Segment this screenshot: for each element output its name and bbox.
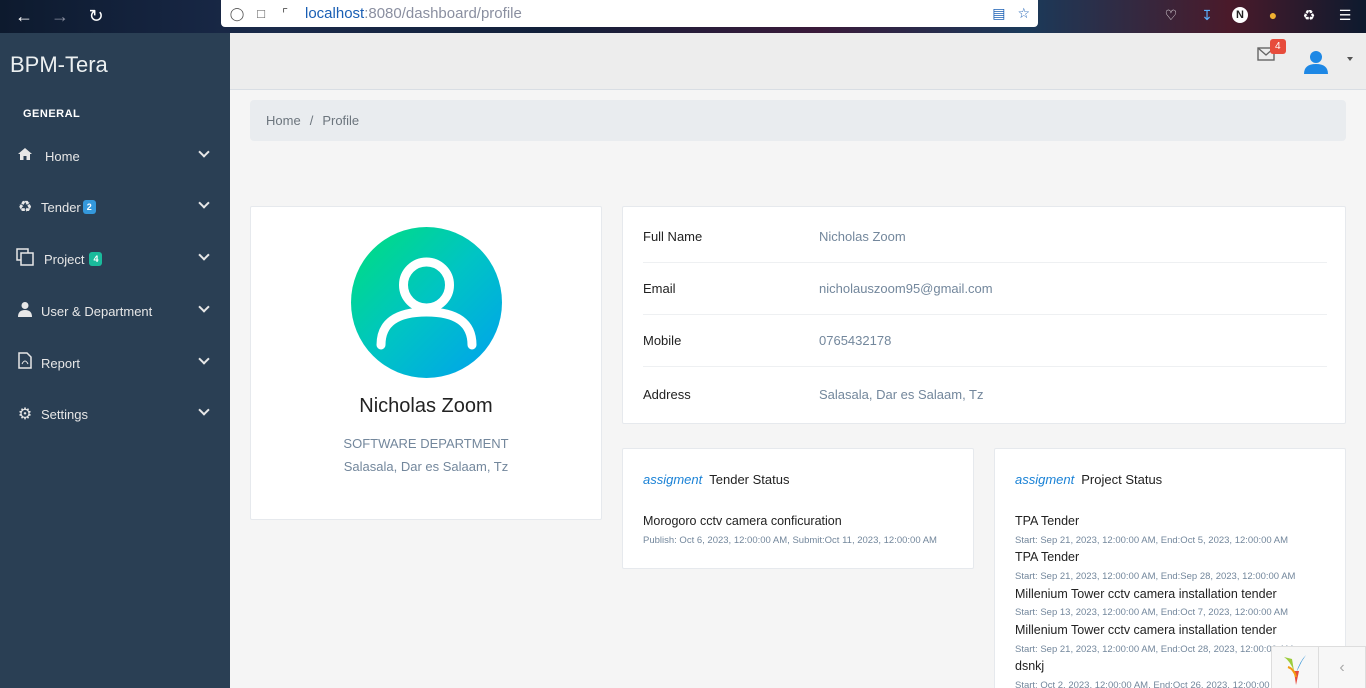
extension-n-icon[interactable]: N [1232,7,1248,23]
profile-name: Nicholas Zoom [359,395,493,417]
top-navbar: 4 [230,33,1366,90]
info-key: Email [643,281,676,296]
status-tag: assigment [1015,472,1075,487]
yii-logo-icon [1284,655,1306,685]
tender-item-dates: Publish: Oct 6, 2023, 12:00:00 AM, Submi… [643,535,937,546]
info-row-email: Email nicholauszoom95@gmail.com [643,263,1327,315]
sidebar-item-label: Report [41,355,81,371]
chevron-down-icon [198,146,210,158]
project-item-dates: Start: Sep 21, 2023, 12:00:00 AM, End:Oc… [1015,644,1294,655]
browser-toolbar: ← → ↻ ◯ □ ⌜ localhost:8080/dashboard/pro… [0,0,1366,33]
page-icon: □ [257,5,265,21]
project-count-badge: 4 [89,252,103,266]
info-value: Nicholas Zoom [819,229,906,244]
project-item-title[interactable]: Millenium Tower cctv camera installation… [1015,587,1277,601]
info-value: nicholauszoom95@gmail.com [819,281,993,296]
project-item-dates: Start: Oct 2, 2023, 12:00:00 AM, End:Oct… [1015,680,1286,688]
sidebar-item-user-department[interactable]: User & Department [0,291,230,331]
breadcrumb-current: Profile [322,113,360,128]
tender-item-title[interactable]: Morogoro cctv camera conficuration [643,514,842,528]
profile-card: Nicholas Zoom SOFTWARE DEPARTMENT Salasa… [250,206,602,520]
extensions-icon[interactable]: ♻ [1298,4,1320,26]
yii-debug-toolbar-logo[interactable] [1271,646,1319,688]
profile-avatar [351,227,502,378]
shield-icon: ◯ [229,5,245,21]
site-settings-icon[interactable]: ⌜ [277,6,293,22]
info-key: Address [643,386,691,402]
chevron-down-icon [198,301,210,313]
home-icon [15,147,35,166]
info-row-address: Address Salasala, Dar es Salaam, Tz [643,368,1327,420]
sidebar-item-label: Project [44,251,85,267]
mail-count-badge: 4 [1270,39,1286,54]
sidebar-item-settings[interactable]: ⚙ Settings [0,394,230,434]
sidebar-item-project[interactable]: Project 4 [0,239,230,279]
status-title-text: Tender Status [709,472,790,487]
sidebar-item-report[interactable]: Report [0,343,230,383]
copy-icon [15,247,35,271]
sidebar: BPM-Tera GENERAL Home ♻ Tender 2 Project… [0,33,230,688]
profile-details-card: Full Name Nicholas Zoom Email nicholausz… [622,206,1346,424]
url-text: localhost:8080/dashboard/profile [305,5,522,22]
profile-department: SOFTWARE DEPARTMENT [343,436,509,451]
section-title: GENERAL [23,108,81,120]
sidebar-item-home[interactable]: Home [0,136,230,176]
status-tag: assigment [643,472,703,487]
status-title-text: Project Status [1081,472,1163,487]
info-key: Full Name [643,229,703,244]
chevron-down-icon [198,197,210,209]
address-bar[interactable]: ◯ □ ⌜ localhost:8080/dashboard/profile ▤… [221,0,1038,27]
bookmark-star-icon[interactable]: ☆ [1017,5,1030,22]
info-row-full-name: Full Name Nicholas Zoom [643,211,1327,263]
download-icon[interactable]: ↧ [1196,4,1218,26]
project-item-title[interactable]: dsnkj [1015,659,1044,673]
chevron-down-icon [198,353,210,365]
back-icon[interactable]: ← [12,4,36,28]
chevron-down-icon [198,404,210,416]
sidebar-item-label: Home [45,148,80,164]
reader-view-icon[interactable]: ▤ [992,5,1005,22]
gear-icon: ⚙ [17,406,33,423]
info-value: 0765432178 [819,333,892,348]
info-key: Mobile [643,333,682,348]
user-avatar-icon[interactable] [1303,49,1329,75]
info-value: Salasala, Dar es Salaam, Tz [819,386,984,402]
user-icon [15,301,35,322]
project-item-dates: Start: Sep 21, 2023, 12:00:00 AM, End:Oc… [1015,535,1289,546]
breadcrumb-separator: / [309,113,314,128]
brand-title[interactable]: BPM-Tera [10,52,108,78]
menu-icon[interactable]: ☰ [1334,4,1356,26]
reload-icon[interactable]: ↻ [84,4,108,28]
collapse-toolbar-icon[interactable]: ‹ [1319,646,1366,688]
sidebar-item-label: User & Department [41,303,153,319]
medal-icon[interactable]: ● [1262,4,1284,26]
profile-address: Salasala, Dar es Salaam, Tz [343,459,509,474]
project-status-title: assigment Project Status [1015,472,1162,487]
tender-status-title: assigment Tender Status [643,472,789,487]
project-item-title[interactable]: TPA Tender [1015,550,1079,564]
project-item-dates: Start: Sep 21, 2023, 12:00:00 AM, End:Se… [1015,571,1296,582]
forward-icon[interactable]: → [48,4,72,28]
info-row-mobile: Mobile 0765432178 [643,315,1327,367]
breadcrumb: Home / Profile [250,100,1346,141]
tender-status-card: assigment Tender Status Morogoro cctv cam… [622,448,974,569]
tender-count-badge: 2 [82,200,96,214]
sidebar-item-label: Settings [41,406,88,422]
project-item-dates: Start: Sep 13, 2023, 12:00:00 AM, End:Oc… [1015,607,1289,618]
project-item-title[interactable]: Millenium Tower cctv camera installation… [1015,623,1277,637]
sidebar-item-tender[interactable]: ♻ Tender 2 [0,187,230,227]
breadcrumb-home-link[interactable]: Home [266,113,301,128]
project-item-title[interactable]: TPA Tender [1015,514,1079,528]
pdf-icon [15,352,35,374]
pocket-icon[interactable]: ♡ [1160,4,1182,26]
recycle-icon: ♻ [17,199,33,216]
chevron-down-icon [198,249,210,261]
caret-down-icon[interactable] [1347,57,1353,61]
sidebar-item-label: Tender [41,199,81,215]
